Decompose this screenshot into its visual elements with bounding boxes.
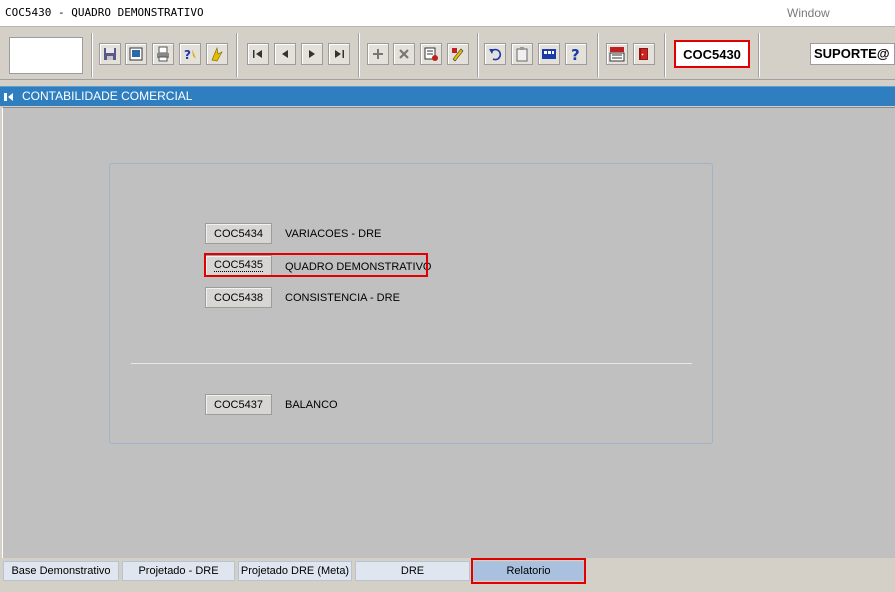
report-label-consistencia-dre: CONSISTENCIA - DRE <box>285 292 400 304</box>
toolbar-separator <box>236 33 238 77</box>
report-button-label: COC5434 <box>214 227 263 240</box>
highlight-box <box>204 253 428 277</box>
form-header-icon <box>4 93 13 101</box>
tab-label: Base Demonstrativo <box>11 565 111 577</box>
tab-label: Projetado - DRE <box>138 565 219 577</box>
toolbar-separator <box>477 33 479 77</box>
tab-projetado-dre[interactable]: Projetado - DRE <box>122 561 235 581</box>
svg-text:?: ? <box>184 48 191 62</box>
report-button-coc5438[interactable]: COC5438 <box>205 287 272 308</box>
list-values-icon[interactable] <box>420 43 442 65</box>
report-label-balanco: BALANCO <box>285 399 338 411</box>
last-record-icon[interactable] <box>328 43 350 65</box>
exit-icon[interactable] <box>633 43 655 65</box>
toolbar-separator <box>597 33 599 77</box>
window-menu[interactable]: Window <box>787 6 830 20</box>
toolbar-separator <box>664 33 666 77</box>
toolbar: ? ? COC5430 SUPORTE@ <box>0 26 895 80</box>
logo-area <box>9 37 83 74</box>
clipboard-icon[interactable] <box>511 43 533 65</box>
window-title: COC5430 - QUADRO DEMONSTRATIVO <box>5 6 204 19</box>
toolbar-separator <box>358 33 360 77</box>
undo-icon[interactable] <box>484 43 506 65</box>
tab-dre[interactable]: DRE <box>355 561 470 581</box>
insert-record-icon[interactable] <box>367 43 389 65</box>
previous-record-icon[interactable] <box>274 43 296 65</box>
highlight-box <box>471 558 586 584</box>
query-help-icon[interactable]: ? <box>179 43 201 65</box>
user-field: SUPORTE@ <box>810 43 895 65</box>
form-title: CONTABILIDADE COMERCIAL <box>22 89 193 103</box>
save-icon[interactable] <box>99 43 121 65</box>
svg-text:?: ? <box>571 46 580 62</box>
report-button-coc5434[interactable]: COC5434 <box>205 223 272 244</box>
menu-icon[interactable] <box>606 43 628 65</box>
tab-base-demonstrativo[interactable]: Base Demonstrativo <box>3 561 119 581</box>
report-label-variacoes-dre: VARIACOES - DRE <box>285 228 382 240</box>
next-record-icon[interactable] <box>301 43 323 65</box>
reports-group <box>109 163 713 444</box>
print-icon[interactable] <box>152 43 174 65</box>
title-bar: COC5430 - QUADRO DEMONSTRATIVO Window <box>0 0 895 26</box>
report-button-coc5437[interactable]: COC5437 <box>205 394 272 415</box>
help-icon[interactable]: ? <box>565 43 587 65</box>
group-divider <box>131 363 692 364</box>
execute-query-icon[interactable] <box>206 43 228 65</box>
first-record-icon[interactable] <box>247 43 269 65</box>
report-button-label: COC5438 <box>214 291 263 304</box>
report-button-label: COC5437 <box>214 398 263 411</box>
module-code: COC5430 <box>674 40 750 68</box>
form-header: CONTABILIDADE COMERCIAL <box>0 86 895 106</box>
toolbar-separator <box>758 33 760 77</box>
edit-icon[interactable] <box>447 43 469 65</box>
tab-label: DRE <box>400 565 425 577</box>
keys-icon[interactable] <box>538 43 560 65</box>
tab-projetado-dre-meta[interactable]: Projetado DRE (Meta) <box>238 561 352 581</box>
delete-record-icon[interactable] <box>393 43 415 65</box>
tab-label: Projetado DRE (Meta) <box>240 565 350 577</box>
window-icon[interactable] <box>125 43 147 65</box>
toolbar-separator <box>91 33 93 77</box>
